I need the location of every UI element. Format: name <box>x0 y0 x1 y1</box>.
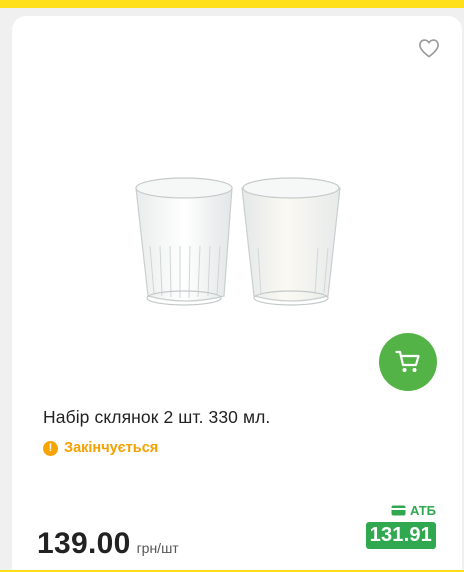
heart-icon <box>419 39 439 58</box>
product-image[interactable] <box>130 166 346 316</box>
product-card[interactable]: Набір склянок 2 шт. 330 мл. ! Закінчуєть… <box>12 16 462 572</box>
price-block: 139.00 грн/шт <box>37 527 179 561</box>
card-brand-text: АТБ <box>409 503 436 518</box>
stock-status: ! Закінчується <box>43 440 158 456</box>
card-price: 131.91 <box>365 522 436 549</box>
regular-price: 139.00 <box>37 527 131 560</box>
stock-status-text: Закінчується <box>64 440 159 456</box>
favorite-button[interactable] <box>418 38 440 58</box>
cart-icon <box>395 350 420 372</box>
top-accent-stripe <box>0 0 464 8</box>
warning-icon: ! <box>43 440 58 456</box>
product-title[interactable]: Набір склянок 2 шт. 330 мл. <box>43 407 270 428</box>
card-price-block: АТБ 131.91 <box>365 503 436 549</box>
price-unit: грн/шт <box>136 540 179 556</box>
card-brand-label: АТБ <box>391 503 436 518</box>
add-to-cart-button[interactable] <box>379 333 437 391</box>
card-icon <box>391 505 406 516</box>
